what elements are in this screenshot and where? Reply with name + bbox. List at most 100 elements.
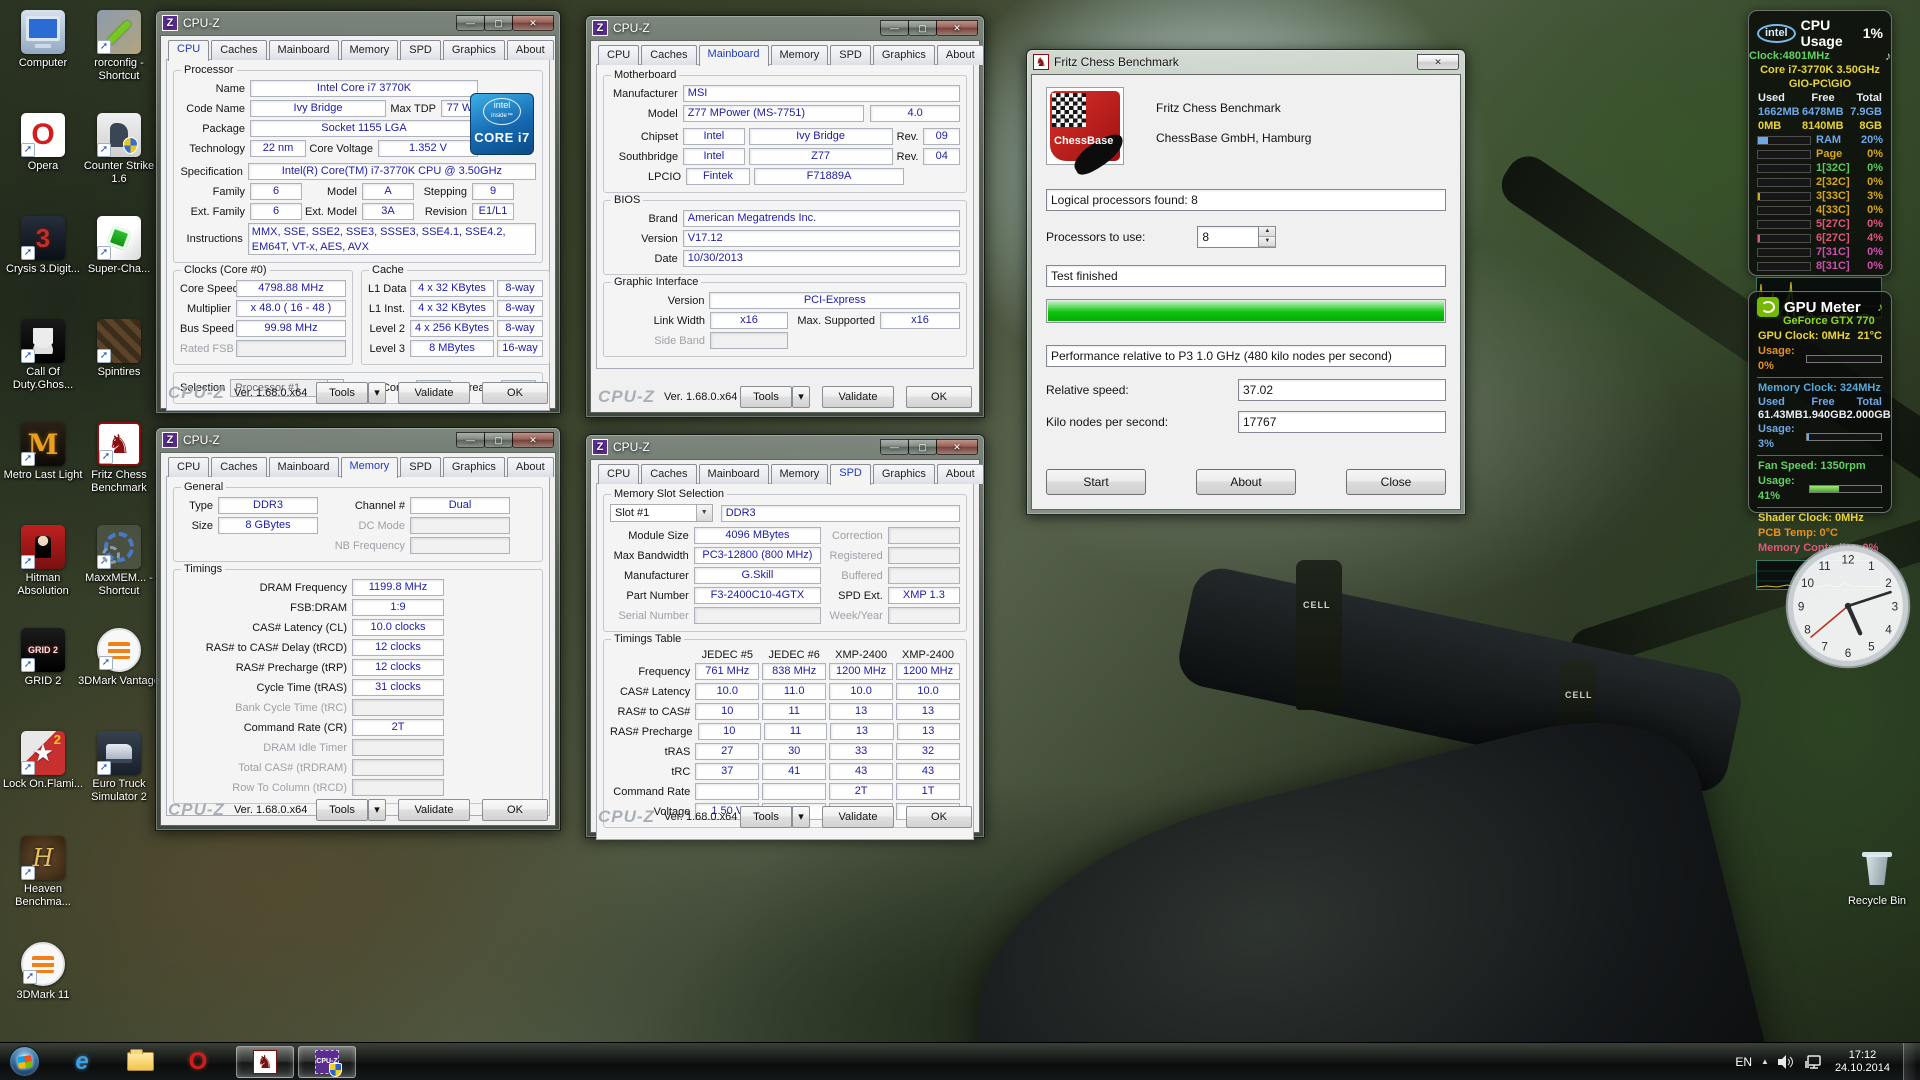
tools-dropdown-icon[interactable]: ▾ xyxy=(368,382,386,404)
tools-dropdown-icon[interactable]: ▾ xyxy=(368,799,386,821)
maximize-button[interactable]: ▢ xyxy=(908,439,937,455)
titlebar[interactable]: Z CPU-Z — ▢ ✕ xyxy=(160,428,556,452)
close-button[interactable]: ✕ xyxy=(936,439,978,455)
clock-gadget[interactable]: 12 1 2 3 4 5 6 7 8 9 10 11 xyxy=(1782,540,1914,677)
tools-button[interactable]: Tools xyxy=(740,386,792,408)
tab-mainboard[interactable]: Mainboard xyxy=(269,457,339,477)
desktop-icon-metro[interactable]: ➚ Metro Last Light xyxy=(2,422,84,482)
ok-button[interactable]: OK xyxy=(906,386,972,408)
spinner[interactable]: ▲▼ xyxy=(1259,226,1276,248)
desktop-icon-heaven[interactable]: ➚ Heaven Benchma... xyxy=(2,836,84,909)
desktop-icon-opera[interactable]: ➚ Opera xyxy=(2,113,84,173)
taskbar-ie-icon[interactable]: e xyxy=(62,1047,102,1077)
desktop-icon-supercharger[interactable]: ➚ Super-Cha... xyxy=(78,216,160,276)
tab-spd[interactable]: SPD xyxy=(830,45,871,65)
titlebar[interactable]: Z CPU-Z — ▢ ✕ xyxy=(590,435,980,459)
tab-cpu[interactable]: CPU xyxy=(168,40,209,61)
tab-memory[interactable]: Memory xyxy=(341,457,399,478)
tab-caches[interactable]: Caches xyxy=(211,40,266,60)
minimize-button[interactable]: — xyxy=(456,432,485,448)
titlebar[interactable]: ♞ Fritz Chess Benchmark ✕ xyxy=(1031,50,1461,74)
desktop-icon-hitman[interactable]: ➚ Hitman Absolution xyxy=(2,525,84,598)
close-button[interactable]: ✕ xyxy=(936,20,978,36)
spin-up-icon[interactable]: ▲ xyxy=(1259,227,1275,237)
tab-mainboard[interactable]: Mainboard xyxy=(269,40,339,60)
tab-about[interactable]: About xyxy=(937,45,984,65)
volume-icon[interactable] xyxy=(1778,1055,1795,1069)
maximize-button[interactable]: ▢ xyxy=(484,432,513,448)
minimize-button[interactable]: — xyxy=(880,20,909,36)
tab-spd[interactable]: SPD xyxy=(830,464,871,485)
cpu-usage-gadget[interactable]: intel CPU Usage 1% Clock:4801MHz♪ Core i… xyxy=(1748,10,1892,276)
tab-graphics[interactable]: Graphics xyxy=(443,457,505,477)
desktop-icon-3dmark-vantage[interactable]: ➚ 3DMark Vantage xyxy=(78,628,160,688)
maximize-button[interactable]: ▢ xyxy=(908,20,937,36)
tools-button[interactable]: Tools xyxy=(316,799,368,821)
tab-memory[interactable]: Memory xyxy=(771,464,829,484)
gpu-meter-gadget[interactable]: GPU Meter ♪ GeForce GTX 770 GPU Clock: 0… xyxy=(1748,291,1892,513)
taskbar-opera-icon[interactable]: O xyxy=(178,1047,218,1077)
validate-button[interactable]: Validate xyxy=(822,806,894,828)
desktop-icon-rorconfig[interactable]: ➚ rorconfig - Shortcut xyxy=(78,10,160,83)
tools-button[interactable]: Tools xyxy=(740,806,792,828)
taskbar-cpuz-button[interactable]: CPU-Z xyxy=(298,1046,356,1078)
close-button[interactable]: ✕ xyxy=(1417,54,1459,70)
titlebar[interactable]: Z CPU-Z — ▢ ✕ xyxy=(160,11,556,35)
tab-spd[interactable]: SPD xyxy=(400,40,441,60)
tab-caches[interactable]: Caches xyxy=(641,45,696,65)
close-action-button[interactable]: Close xyxy=(1346,469,1446,495)
validate-button[interactable]: Validate xyxy=(822,386,894,408)
taskbar-explorer-icon[interactable] xyxy=(120,1047,160,1077)
validate-button[interactable]: Validate xyxy=(398,382,470,404)
tab-graphics[interactable]: Graphics xyxy=(873,464,935,484)
tab-caches[interactable]: Caches xyxy=(641,464,696,484)
tab-about[interactable]: About xyxy=(507,40,554,60)
maximize-button[interactable]: ▢ xyxy=(484,15,513,31)
tab-about[interactable]: About xyxy=(937,464,984,484)
language-indicator[interactable]: EN xyxy=(1735,1055,1752,1069)
taskbar-fritz-button[interactable]: ♞ xyxy=(236,1046,294,1078)
desktop-icon-maxxmem[interactable]: ➚ MaxxMEM... - Shortcut xyxy=(78,525,160,598)
desktop-icon-computer[interactable]: Computer xyxy=(2,10,84,70)
tab-cpu[interactable]: CPU xyxy=(598,45,639,65)
tab-about[interactable]: About xyxy=(507,457,554,477)
minimize-button[interactable]: — xyxy=(880,439,909,455)
tab-caches[interactable]: Caches xyxy=(211,457,266,477)
tab-memory[interactable]: Memory xyxy=(341,40,399,60)
desktop-icon-fritz-chess[interactable]: ➚ Fritz Chess Benchmark xyxy=(78,422,160,495)
ok-button[interactable]: OK xyxy=(482,382,548,404)
close-button[interactable]: ✕ xyxy=(512,432,554,448)
tab-mainboard[interactable]: Mainboard xyxy=(699,464,769,484)
tab-graphics[interactable]: Graphics xyxy=(873,45,935,65)
hidden-icons-arrow[interactable]: ▲ xyxy=(1761,1057,1769,1066)
tray-clock[interactable]: 17:12 24.10.2014 xyxy=(1835,1049,1890,1075)
validate-button[interactable]: Validate xyxy=(398,799,470,821)
tools-dropdown-icon[interactable]: ▾ xyxy=(792,386,810,408)
start-button[interactable]: Start xyxy=(1046,469,1146,495)
tab-graphics[interactable]: Graphics xyxy=(443,40,505,60)
minimize-button[interactable]: — xyxy=(456,15,485,31)
desktop-icon-3dmark11[interactable]: ➚ 3DMark 11 xyxy=(2,942,84,1002)
desktop-icon-grid2[interactable]: ➚ GRID 2 xyxy=(2,628,84,688)
tab-cpu[interactable]: CPU xyxy=(168,457,209,477)
desktop-icon-crysis3[interactable]: ➚ Crysis 3.Digit... xyxy=(2,216,84,276)
about-button[interactable]: About xyxy=(1196,469,1296,495)
tab-spd[interactable]: SPD xyxy=(400,457,441,477)
network-icon[interactable] xyxy=(1804,1055,1822,1069)
desktop-icon-spintires[interactable]: ➚ Spintires xyxy=(78,319,160,379)
desktop-icon-euro-truck[interactable]: ➚ Euro Truck Simulator 2 xyxy=(78,731,160,804)
desktop-icon-lockon[interactable]: ➚ Lock On.Flami... xyxy=(2,731,84,791)
tab-memory[interactable]: Memory xyxy=(771,45,829,65)
desktop-icon-counter-strike[interactable]: ➚ Counter Strike 1.6 xyxy=(78,113,160,186)
spin-down-icon[interactable]: ▼ xyxy=(1259,237,1275,247)
ok-button[interactable]: OK xyxy=(906,806,972,828)
slot-select[interactable]: Slot #1▼ xyxy=(610,504,713,522)
tab-mainboard[interactable]: Mainboard xyxy=(699,45,769,66)
tools-dropdown-icon[interactable]: ▾ xyxy=(792,806,810,828)
desktop-icon-recycle-bin[interactable]: Recycle Bin xyxy=(1836,848,1918,908)
desktop-icon-cod-ghosts[interactable]: ➚ Call Of Duty.Ghos... xyxy=(2,319,84,392)
close-button[interactable]: ✕ xyxy=(512,15,554,31)
ok-button[interactable]: OK xyxy=(482,799,548,821)
tab-cpu[interactable]: CPU xyxy=(598,464,639,484)
show-desktop-button[interactable] xyxy=(1903,1043,1916,1080)
